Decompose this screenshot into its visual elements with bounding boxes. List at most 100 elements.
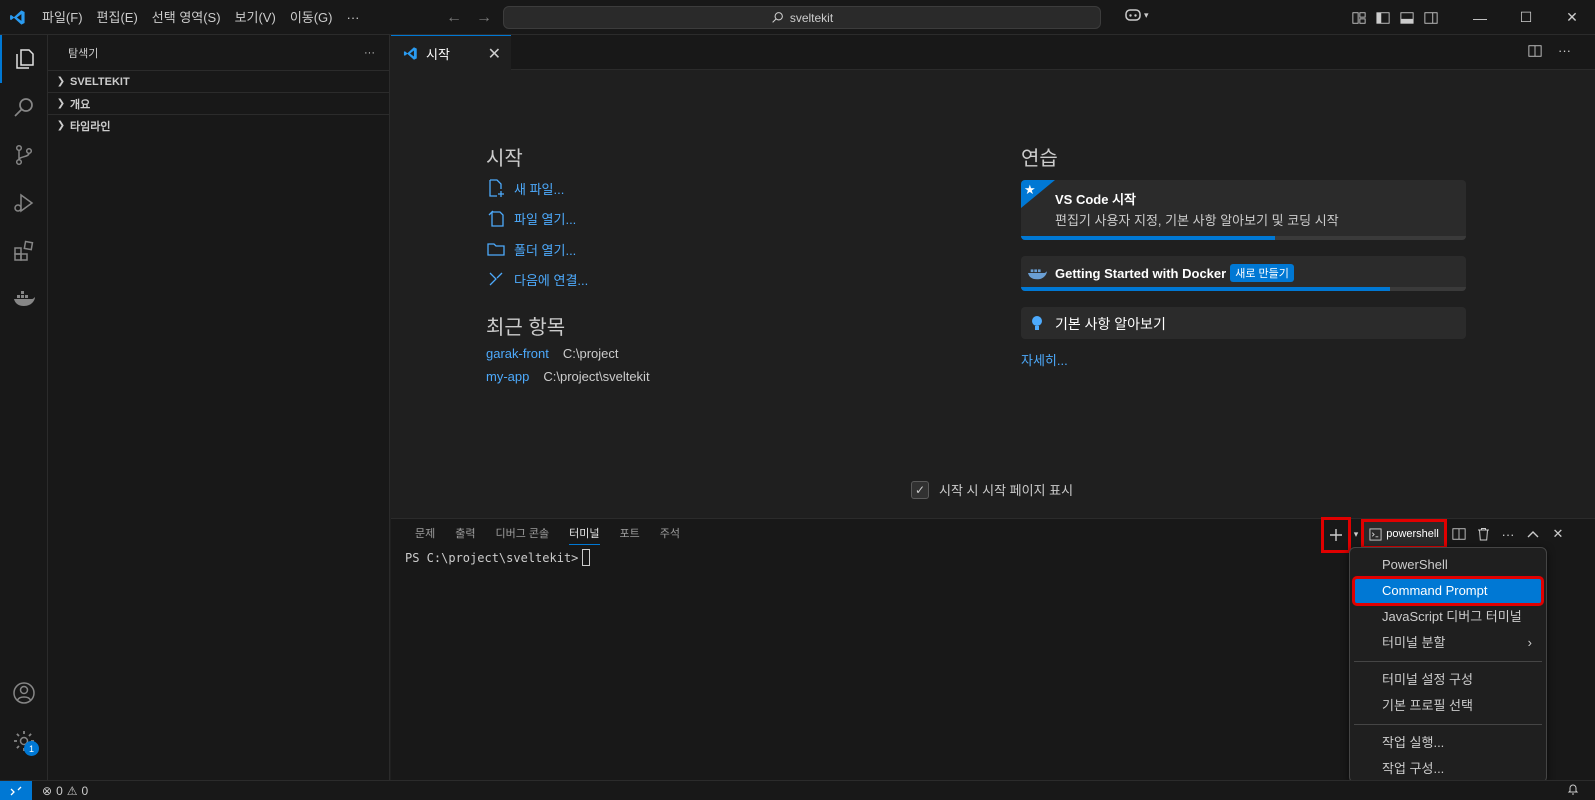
menu-item-powershell[interactable]: PowerShell: [1354, 552, 1542, 578]
chevron-right-icon: ❯: [56, 76, 66, 87]
error-count: 0: [56, 783, 63, 798]
command-center-search[interactable]: sveltekit: [503, 6, 1101, 29]
menu-view[interactable]: 보기(V): [228, 0, 283, 35]
trash-icon[interactable]: [1471, 519, 1495, 549]
tab-ports[interactable]: 포트: [610, 519, 650, 549]
close-panel-icon[interactable]: ✕: [1545, 519, 1571, 549]
search-activity-icon[interactable]: [0, 83, 48, 131]
walkthrough-card-docker[interactable]: Getting Started with Docker 새로 만들기: [1021, 256, 1466, 291]
menu-item-configure-terminal[interactable]: 터미널 설정 구성: [1354, 667, 1542, 693]
more-walkthroughs-link[interactable]: 자세히...: [1021, 350, 1068, 369]
sidebar-more-button[interactable]: ···: [364, 47, 375, 59]
chevron-right-icon: ❯: [56, 98, 66, 109]
explorer-sidebar: 탐색기 ··· ❯ SVELTEKIT ❯ 개요 ❯ 타임라인: [48, 35, 390, 780]
open-folder-link[interactable]: 폴더 열기...: [486, 239, 576, 259]
menu-file[interactable]: 파일(F): [35, 0, 90, 35]
menu-item-run-task[interactable]: 작업 실행...: [1354, 730, 1542, 756]
tab-output[interactable]: 출력: [445, 519, 485, 549]
open-file-link[interactable]: 파일 열기...: [486, 208, 576, 228]
card-progress: [1021, 236, 1275, 240]
menu-bar: 파일(F) 편집(E) 선택 영역(S) 보기(V) 이동(G) ···: [35, 0, 367, 35]
menu-item-js-debug-terminal[interactable]: JavaScript 디버그 터미널: [1354, 604, 1542, 630]
status-bar: ⊗ 0 ⚠ 0: [0, 780, 1595, 800]
new-badge: 새로 만들기: [1230, 264, 1294, 282]
maximize-panel-icon[interactable]: [1521, 519, 1545, 549]
explorer-icon[interactable]: [0, 35, 48, 83]
split-editor-icon[interactable]: [1528, 44, 1542, 58]
section-label: 타임라인: [70, 120, 111, 133]
copilot-icon: [1125, 9, 1141, 21]
run-debug-icon[interactable]: [0, 179, 48, 227]
minimize-button[interactable]: —: [1457, 0, 1503, 35]
terminal-shell-button[interactable]: powershell: [1361, 519, 1447, 549]
copilot-button[interactable]: ▾: [1124, 7, 1149, 23]
menu-item-configure-task[interactable]: 작업 구성...: [1354, 756, 1542, 782]
error-icon: ⊗: [42, 783, 53, 798]
vscode-tab-icon: [403, 46, 417, 60]
recent-item-name[interactable]: garak-front: [486, 346, 549, 361]
walkthrough-card-fundamentals[interactable]: 기본 사항 알아보기: [1021, 307, 1466, 339]
connect-to-link[interactable]: 다음에 연결...: [486, 269, 588, 289]
link-label: 새 파일...: [514, 181, 565, 197]
close-window-button[interactable]: ✕: [1549, 0, 1595, 35]
new-file-icon: [489, 179, 504, 197]
maximize-button[interactable]: ☐: [1503, 0, 1549, 35]
tab-welcome[interactable]: 시작 ✕: [391, 35, 511, 70]
back-arrow-icon[interactable]: ←: [446, 9, 462, 27]
new-terminal-button[interactable]: [1321, 517, 1351, 553]
search-icon: [772, 12, 783, 23]
toggle-panel-icon[interactable]: [1400, 11, 1414, 25]
notifications-bell-icon[interactable]: [1567, 783, 1579, 799]
terminal-dropdown-chevron-icon[interactable]: ▾: [1351, 519, 1361, 549]
menu-more[interactable]: ···: [340, 0, 367, 35]
menu-item-select-default-profile[interactable]: 기본 프로필 선택: [1354, 693, 1542, 719]
menu-selection[interactable]: 선택 영역(S): [145, 0, 228, 35]
menu-go[interactable]: 이동(G): [283, 0, 340, 35]
close-tab-icon[interactable]: ✕: [488, 44, 501, 64]
recent-item-name[interactable]: my-app: [486, 369, 529, 384]
forward-arrow-icon[interactable]: →: [476, 9, 492, 27]
tab-debug-console[interactable]: 디버그 콘솔: [486, 519, 560, 549]
toggle-secondary-sidebar-icon[interactable]: [1424, 11, 1438, 25]
split-terminal-icon[interactable]: [1447, 519, 1471, 549]
sidebar-section-outline[interactable]: ❯ 개요: [48, 92, 389, 114]
menu-item-command-prompt[interactable]: Command Prompt: [1352, 576, 1544, 606]
docker-icon[interactable]: [0, 275, 48, 323]
star-corner-icon: ★: [1021, 180, 1055, 208]
warning-icon: ⚠: [66, 783, 78, 798]
remote-connect-icon: [489, 272, 503, 286]
terminal-cursor: [582, 549, 591, 566]
editor-more-button[interactable]: ···: [1558, 44, 1571, 58]
tab-terminal[interactable]: 터미널: [559, 519, 609, 549]
plus-icon: [1330, 529, 1342, 541]
menu-edit[interactable]: 편집(E): [90, 0, 145, 35]
status-problems[interactable]: ⊗ 0 ⚠ 0: [42, 784, 88, 798]
panel-more-icon[interactable]: ···: [1495, 519, 1521, 549]
terminal-output[interactable]: PS C:\project\sveltekit>: [405, 549, 591, 566]
manage-gear-icon[interactable]: 1: [0, 717, 48, 765]
link-label: 파일 열기...: [514, 211, 577, 227]
show-on-startup[interactable]: ✓ 시작 시 시작 페이지 표시: [911, 480, 1073, 499]
customize-layout-icon[interactable]: [1352, 11, 1366, 25]
walkthrough-card-vscode[interactable]: ★ VS Code 시작 편집기 사용자 지정, 기본 사항 알아보기 및 코딩…: [1021, 180, 1466, 240]
sidebar-section-timeline[interactable]: ❯ 타임라인: [48, 114, 389, 136]
toggle-primary-sidebar-icon[interactable]: [1376, 11, 1390, 25]
sidebar-section-folder[interactable]: ❯ SVELTEKIT: [48, 70, 389, 92]
card-title: VS Code 시작: [1055, 192, 1136, 207]
start-heading: 시작: [486, 148, 523, 170]
recent-item-path: C:\project\sveltekit: [543, 369, 650, 384]
recent-item[interactable]: garak-front C:\project: [486, 346, 619, 361]
account-icon[interactable]: [0, 669, 48, 717]
tab-problems[interactable]: 문제: [405, 519, 445, 549]
recent-item[interactable]: my-app C:\project\sveltekit: [486, 369, 650, 384]
show-on-startup-checkbox[interactable]: ✓: [911, 480, 929, 499]
new-file-link[interactable]: 새 파일...: [486, 178, 564, 198]
activity-bar: 1: [0, 35, 48, 780]
extensions-icon[interactable]: [0, 227, 48, 275]
menu-separator: [1354, 661, 1542, 662]
tab-comments[interactable]: 주석: [650, 519, 690, 549]
remote-indicator-icon[interactable]: [0, 780, 32, 800]
card-progress: [1021, 287, 1391, 291]
menu-item-split-terminal[interactable]: 터미널 분할 ›: [1354, 630, 1542, 656]
source-control-icon[interactable]: [0, 131, 48, 179]
